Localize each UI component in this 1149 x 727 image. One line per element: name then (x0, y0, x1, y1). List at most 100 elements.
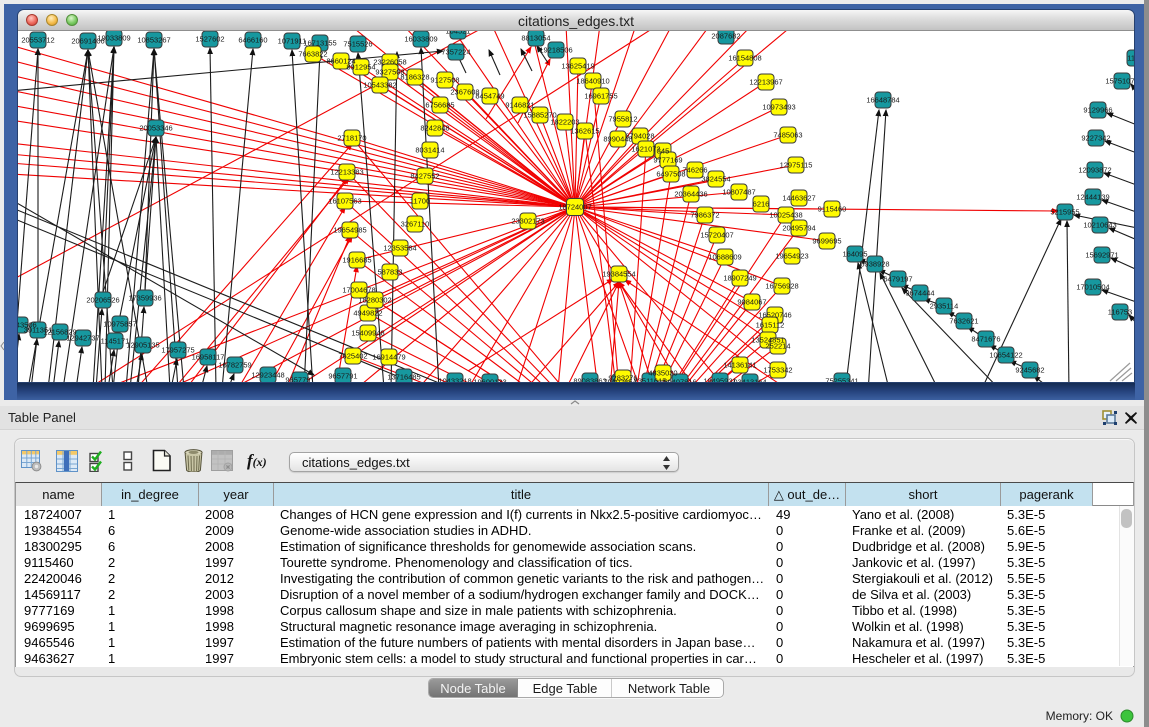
svg-text:10433218: 10433218 (438, 377, 471, 383)
svg-text:6479197: 6479197 (883, 275, 912, 284)
svg-text:75255341: 75255341 (825, 377, 858, 383)
svg-text:8454749: 8454749 (475, 92, 504, 101)
svg-text:12905135: 12905135 (126, 341, 159, 350)
svg-text:9129966: 9129966 (1083, 106, 1112, 115)
svg-text:8031414: 8031414 (415, 146, 444, 155)
svg-text:10688609: 10688609 (708, 253, 741, 262)
svg-text:10025438: 10025438 (769, 211, 802, 220)
svg-text:6756685: 6756685 (425, 101, 454, 110)
svg-text:14136141: 14136141 (723, 361, 756, 370)
svg-text:20053346: 20053346 (139, 124, 172, 133)
svg-text:20206526: 20206526 (86, 296, 119, 305)
svg-text:19654985: 19654985 (333, 226, 366, 235)
svg-text:20495794: 20495794 (782, 224, 815, 233)
svg-text:9674444: 9674444 (905, 289, 934, 298)
svg-text:12942737: 12942737 (66, 334, 99, 343)
svg-text:12213383: 12213383 (330, 168, 363, 177)
svg-text:59407816: 59407816 (663, 378, 696, 383)
svg-text:8427552: 8427552 (410, 172, 439, 181)
svg-text:7625402: 7625402 (338, 352, 367, 361)
svg-text:587833: 587833 (377, 268, 402, 277)
svg-text:9146821: 9146821 (505, 101, 534, 110)
svg-text:17010504: 17010504 (1076, 283, 1109, 292)
svg-text:345: 345 (657, 147, 670, 156)
svg-text:14463627: 14463627 (782, 194, 815, 203)
svg-text:9777169: 9777169 (653, 156, 682, 165)
svg-text:6466160: 6466160 (238, 36, 267, 45)
svg-text:19033809: 19033809 (97, 34, 130, 43)
svg-text:20553712: 20553712 (21, 36, 54, 45)
svg-text:9657791: 9657791 (285, 376, 314, 383)
svg-text:9115460: 9115460 (818, 205, 847, 214)
svg-text:1822203: 1822203 (550, 118, 579, 127)
svg-text:16154808: 16154808 (728, 54, 761, 63)
svg-text:4835030: 4835030 (648, 369, 677, 378)
svg-text:7515526: 7515526 (343, 40, 372, 49)
svg-text:19218506: 19218506 (539, 46, 572, 55)
svg-text:16648784: 16648784 (866, 96, 899, 105)
svg-text:17004678: 17004678 (342, 286, 375, 295)
svg-text:8242848: 8242848 (420, 124, 449, 133)
svg-text:746266: 746266 (682, 166, 707, 175)
svg-text:13625419: 13625419 (561, 62, 594, 71)
svg-text:6794028: 6794028 (625, 132, 654, 141)
svg-text:2087682: 2087682 (711, 32, 740, 41)
svg-text:23226058: 23226058 (373, 58, 406, 67)
svg-text:116753: 116753 (1108, 308, 1132, 317)
svg-text:16520746: 16520746 (758, 311, 791, 320)
svg-text:11700: 11700 (410, 197, 430, 206)
svg-text:252214: 252214 (765, 342, 790, 351)
svg-text:16914479: 16914479 (372, 353, 405, 362)
svg-text:12975115: 12975115 (780, 161, 813, 170)
svg-text:4949822: 4949822 (353, 309, 382, 318)
svg-text:8938928: 8938928 (860, 260, 889, 269)
svg-text:18280302: 18280302 (358, 296, 391, 305)
svg-text:03413164: 03413164 (733, 378, 766, 383)
svg-text:6216: 6216 (753, 200, 770, 209)
svg-text:10654122: 10654122 (989, 351, 1022, 360)
svg-text:9699695: 9699695 (812, 237, 841, 246)
svg-text:1112: 1112 (1127, 54, 1134, 63)
svg-text:19654923: 19654923 (775, 252, 808, 261)
svg-text:17359936: 17359936 (128, 294, 161, 303)
svg-text:7955812: 7955812 (608, 115, 637, 124)
svg-text:9227342: 9227342 (1081, 134, 1110, 143)
svg-text:8813054: 8813054 (521, 34, 550, 43)
svg-text:10973493: 10973493 (762, 103, 795, 112)
svg-text:23302173: 23302173 (511, 217, 544, 226)
svg-text:15692971: 15692971 (1085, 251, 1118, 260)
svg-text:7632621: 7632621 (949, 317, 978, 326)
svg-text:1615112: 1615112 (756, 321, 785, 330)
svg-text:1916685: 1916685 (342, 256, 371, 265)
svg-text:1753342: 1753342 (763, 366, 792, 375)
svg-text:17957275: 17957275 (161, 346, 194, 355)
svg-text:18724007: 18724007 (558, 203, 591, 212)
svg-text:164095: 164095 (842, 250, 867, 259)
svg-text:12093872: 12093872 (1078, 166, 1111, 175)
svg-text:9084067: 9084067 (737, 298, 766, 307)
svg-text:2935114: 2935114 (930, 302, 959, 311)
svg-text:15751074: 15751074 (1105, 77, 1134, 86)
svg-text:20364436: 20364436 (674, 190, 707, 199)
svg-text:9283276: 9283276 (608, 374, 637, 383)
svg-text:7986372: 7986372 (690, 211, 719, 220)
svg-text:15720407: 15720407 (700, 231, 733, 240)
svg-text:9657791: 9657791 (328, 372, 357, 381)
svg-text:8471676: 8471676 (971, 335, 1000, 344)
svg-text:16713155: 16713155 (303, 39, 336, 48)
svg-text:7485063: 7485063 (773, 131, 802, 140)
svg-text:6497508: 6497508 (656, 170, 685, 179)
svg-text:7357224: 7357224 (441, 48, 470, 57)
svg-text:12923448: 12923448 (251, 371, 284, 380)
svg-text:12444139: 12444139 (1076, 193, 1109, 202)
svg-text:16033809: 16033809 (404, 35, 437, 44)
svg-text:7663822: 7663822 (298, 50, 327, 59)
svg-text:19384554: 19384554 (602, 270, 635, 279)
svg-text:89083863: 89083863 (573, 377, 606, 383)
svg-text:10543382: 10543382 (363, 81, 396, 90)
svg-text:5215955: 5215955 (1050, 208, 1079, 217)
svg-text:1145171: 1145171 (101, 337, 130, 346)
svg-text:3824554: 3824554 (701, 175, 730, 184)
svg-text:18640910: 18640910 (576, 77, 609, 86)
svg-text:2718170: 2718170 (337, 134, 366, 143)
